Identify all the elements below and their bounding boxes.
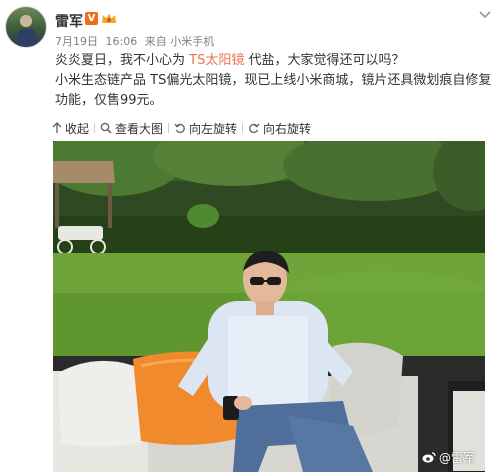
view-large-button[interactable]: 查看大图 bbox=[100, 120, 163, 137]
arrow-up-icon bbox=[52, 122, 62, 133]
post-line-1: 炎炎夏日，我不小心为 TS太阳镜 代盐，大家觉得还可以吗？ bbox=[55, 53, 405, 68]
weibo-logo-icon bbox=[422, 452, 436, 463]
rotate-left-icon bbox=[174, 123, 185, 134]
post-line-2: 小米生态链产品 TS偏光太阳镜，现已上线小米商城，镜片还具微划痕自修复功能，仅售… bbox=[55, 73, 492, 108]
post-source[interactable]: 来自 小米手机 bbox=[145, 35, 215, 48]
chevron-down-icon[interactable] bbox=[478, 10, 492, 20]
post-text: 炎炎夏日，我不小心为 TS太阳镜 代盐，大家觉得还可以吗？ 小米生态链产品 TS… bbox=[55, 51, 495, 111]
post-meta: 7月19日 16:06 来自 小米手机 bbox=[55, 33, 218, 49]
magnifier-icon bbox=[100, 122, 112, 134]
rotate-right-button[interactable]: 向右旋转 bbox=[248, 120, 311, 137]
username[interactable]: 雷军 bbox=[55, 11, 83, 31]
product-link[interactable]: TS太阳镜 bbox=[189, 53, 244, 68]
post-date[interactable]: 7月19日 bbox=[55, 35, 98, 48]
weibo-post: 雷军 V 7月19日 16:06 来自 小米手机 炎炎夏日，我不小心为 TS太阳… bbox=[0, 0, 500, 476]
verified-badge-icon: V bbox=[85, 12, 98, 25]
photo-scene bbox=[53, 141, 485, 472]
post-time[interactable]: 16:06 bbox=[106, 35, 138, 48]
photo-watermark: @雷军 bbox=[422, 449, 475, 466]
image-toolbar: 收起 查看大图 向左旋转 向右旋转 bbox=[52, 118, 311, 138]
avatar[interactable] bbox=[5, 6, 47, 48]
collapse-button[interactable]: 收起 bbox=[52, 120, 89, 137]
post-photo[interactable]: @雷军 bbox=[53, 141, 485, 472]
rotate-right-icon bbox=[249, 123, 260, 134]
rotate-left-button[interactable]: 向左旋转 bbox=[174, 120, 237, 137]
crown-icon bbox=[102, 13, 116, 23]
